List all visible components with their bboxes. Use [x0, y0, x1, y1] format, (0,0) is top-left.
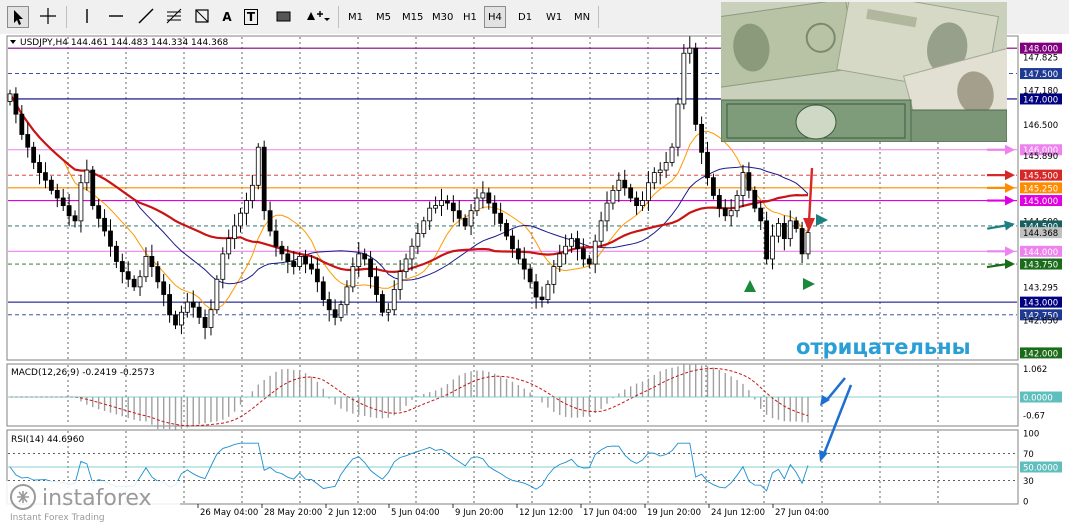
time-axis-label: 27 Jun 04:00: [775, 508, 829, 518]
timeframe-m5[interactable]: M5: [372, 6, 395, 28]
horizontal-line-icon[interactable]: [104, 6, 128, 28]
time-axis-label: 12 Jun 12:00: [519, 508, 573, 518]
price-tag-label: 145.000: [1023, 197, 1058, 207]
text-icon[interactable]: A: [216, 6, 238, 28]
price-tag-label: 145.250: [1023, 184, 1058, 194]
rsi-axis-label: 70: [1023, 450, 1034, 460]
instaforex-logo: instaforex Instant Forex Trading: [4, 481, 180, 526]
time-axis-label: 19 Jun 20:00: [647, 508, 701, 518]
rectangle-icon[interactable]: [272, 6, 294, 28]
candle: [681, 44, 687, 110]
price-axis-label: 147.825: [1023, 54, 1058, 64]
candle: [675, 97, 681, 157]
watermark-brand: instaforex: [42, 486, 152, 511]
timeframe-h1[interactable]: H1: [459, 6, 481, 28]
price-tag-label: 142.000: [1023, 349, 1058, 359]
annotation-text: отрицательны: [796, 335, 971, 359]
trendline-icon[interactable]: [134, 6, 158, 28]
timeframe-m15[interactable]: M15: [398, 6, 427, 28]
timeframe-w1[interactable]: W1: [542, 6, 566, 28]
macd-axis-label: 1.062: [1023, 365, 1047, 375]
crosshair-icon[interactable]: [36, 6, 60, 28]
price-tag-label: 145.500: [1023, 172, 1058, 182]
candle: [214, 275, 220, 314]
price-axis-label: 146.500: [1023, 121, 1058, 131]
macd-label: MACD(12,26,9) -0.2419 -0.2573: [11, 368, 155, 378]
rsi-axis-label: 100: [1023, 430, 1039, 440]
macd-axis-label: 0.0000: [1023, 394, 1053, 404]
macd-axis-label: -0.67: [1023, 412, 1045, 422]
candle: [693, 42, 699, 131]
candle: [379, 290, 385, 317]
price-tag-label: 144.368: [1023, 229, 1058, 239]
time-axis-label: 17 Jun 04:00: [583, 508, 637, 518]
price-axis-label: 142.650: [1023, 316, 1058, 326]
symbol-info: USDJPY,H4 144.461 144.483 144.334 144.36…: [20, 38, 229, 48]
time-axis-label: 2 Jun 12:00: [328, 508, 377, 518]
candle: [90, 166, 96, 210]
banknotes-photo: [721, 2, 1007, 142]
text-label-icon[interactable]: T: [244, 9, 258, 25]
time-axis-label: 5 Jun 04:00: [391, 508, 440, 518]
candle: [255, 143, 261, 190]
rsi-axis-label: 50.0000: [1023, 464, 1058, 474]
watermark-tagline: Instant Forex Trading: [10, 513, 105, 523]
arrows-icon[interactable]: [300, 6, 332, 28]
fibonacci-icon[interactable]: [162, 6, 186, 28]
price-axis: 148.000147.825147.500147.180147.000146.5…: [1020, 42, 1062, 359]
price-axis-label: 145.890: [1023, 152, 1058, 162]
rsi-axis-label: 0: [1023, 498, 1028, 508]
toolbar-separator: [338, 6, 339, 28]
shapes-icon[interactable]: [190, 6, 214, 28]
toolbar-separator: [598, 6, 599, 28]
price-tag-label: 147.000: [1023, 95, 1058, 105]
timeframe-mn[interactable]: MN: [570, 6, 594, 28]
price-tag-label: 143.000: [1023, 299, 1058, 309]
candle: [261, 140, 267, 220]
cursor-icon[interactable]: [7, 6, 29, 28]
candle: [752, 186, 758, 213]
price-axis-label: 143.295: [1023, 284, 1058, 294]
timeframe-d1[interactable]: D1: [514, 6, 536, 28]
timeframe-m30[interactable]: M30: [428, 6, 457, 28]
timeframe-m1[interactable]: M1: [344, 6, 367, 28]
vertical-line-icon[interactable]: [76, 6, 98, 28]
time-axis-label: 26 May 04:00: [200, 508, 258, 518]
price-tag-label: 147.500: [1023, 70, 1058, 80]
rsi-axis-label: 30: [1023, 477, 1034, 487]
rsi-label: RSI(14) 44.6960: [11, 435, 84, 445]
time-axis-label: 28 May 20:00: [264, 508, 322, 518]
timeframe-h4[interactable]: H4: [484, 6, 506, 28]
time-axis-label: 9 Jun 20:00: [455, 508, 504, 518]
candle: [711, 173, 716, 200]
price-tag-label: 144.000: [1023, 248, 1058, 258]
toolbar-separator: [66, 6, 67, 28]
price-tag-label: 143.750: [1023, 261, 1058, 271]
time-axis-label: 24 Jun 12:00: [711, 508, 765, 518]
